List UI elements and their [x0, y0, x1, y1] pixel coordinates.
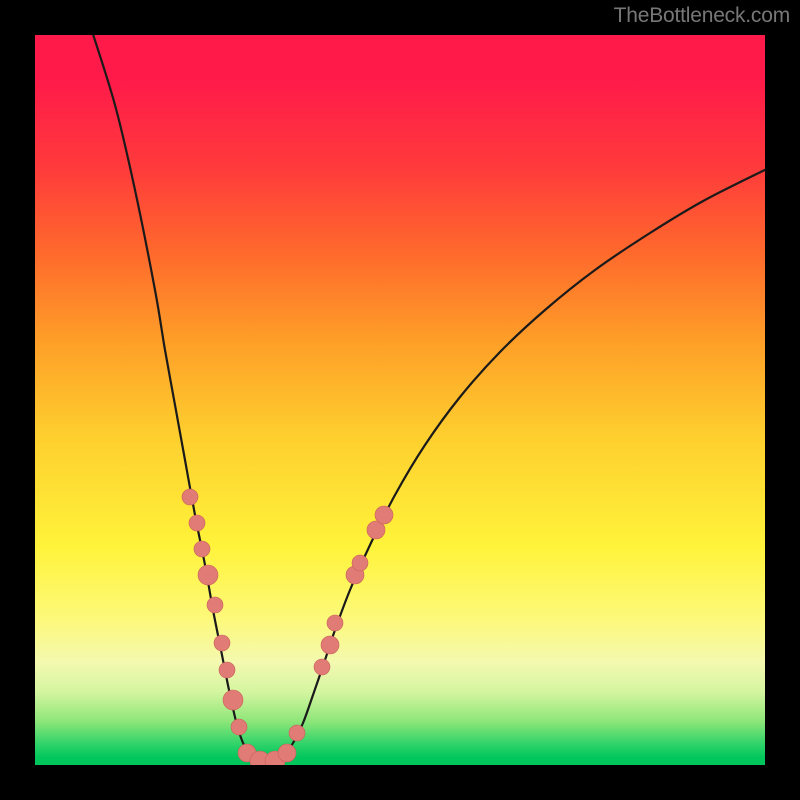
data-dot: [375, 506, 393, 524]
data-dot: [189, 515, 205, 531]
data-dot: [198, 565, 218, 585]
data-dots: [182, 489, 393, 765]
data-dot: [231, 719, 247, 735]
data-dot: [223, 690, 243, 710]
data-dot: [314, 659, 330, 675]
plot-area: [35, 35, 765, 765]
data-dot: [219, 662, 235, 678]
watermark-text: TheBottleneck.com: [614, 4, 790, 28]
outer-frame: TheBottleneck.com: [0, 0, 800, 800]
data-dot: [182, 489, 198, 505]
data-dot: [327, 615, 343, 631]
data-dot: [352, 555, 368, 571]
data-dot: [321, 636, 339, 654]
data-dot: [207, 597, 223, 613]
data-dot: [194, 541, 210, 557]
data-dot: [214, 635, 230, 651]
right-curve: [265, 165, 765, 762]
chart-svg: [35, 35, 765, 765]
data-dot: [289, 725, 305, 741]
data-dot: [278, 744, 296, 762]
left-curve: [90, 35, 265, 762]
